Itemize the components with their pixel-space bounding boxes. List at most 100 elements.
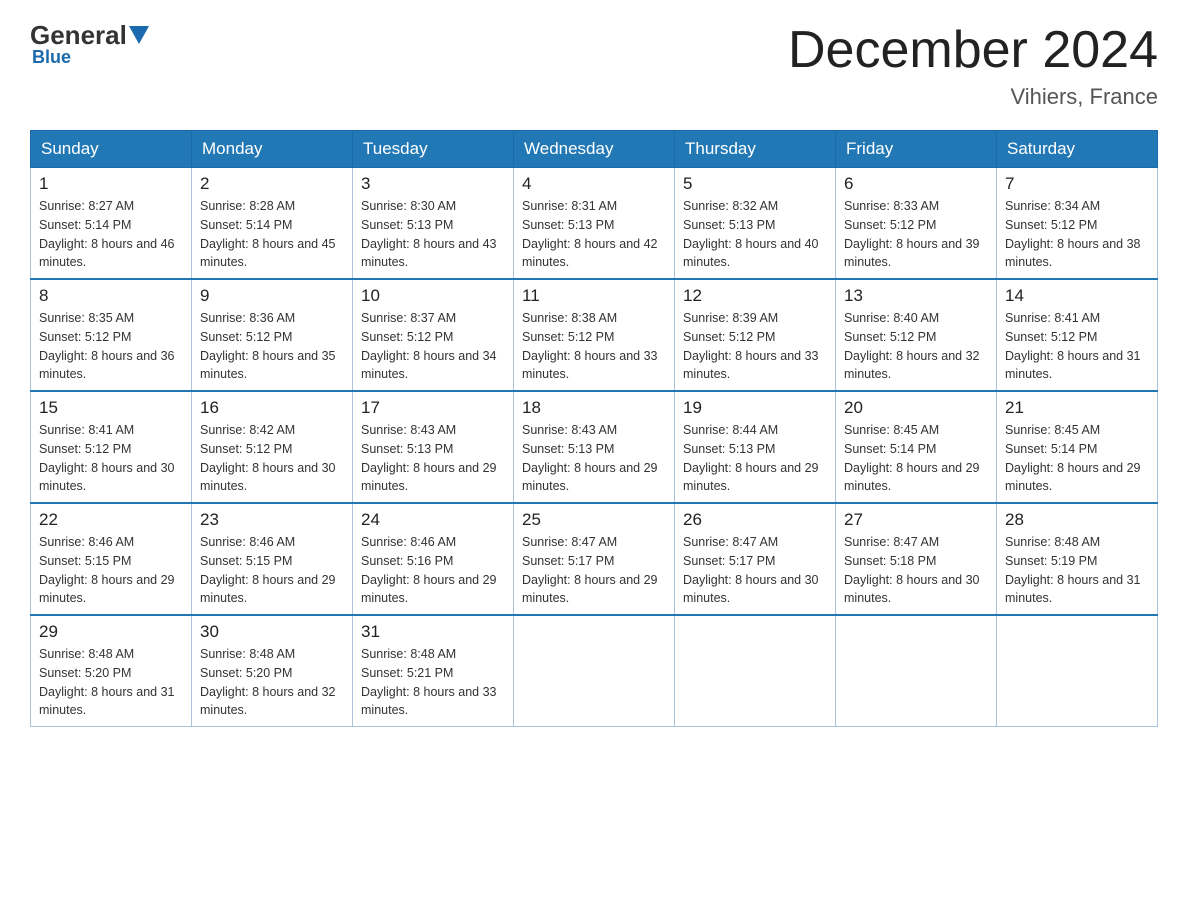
calendar-cell: 10 Sunrise: 8:37 AMSunset: 5:12 PMDayligh… [353,279,514,391]
day-info: Sunrise: 8:48 AMSunset: 5:21 PMDaylight:… [361,645,505,720]
calendar-week-row: 8 Sunrise: 8:35 AMSunset: 5:12 PMDaylight… [31,279,1158,391]
calendar-cell: 19 Sunrise: 8:44 AMSunset: 5:13 PMDayligh… [675,391,836,503]
calendar-cell: 28 Sunrise: 8:48 AMSunset: 5:19 PMDayligh… [997,503,1158,615]
day-number: 16 [200,398,344,418]
day-number: 13 [844,286,988,306]
logo-blue: Blue [32,47,71,68]
logo-triangle-icon [129,26,149,44]
calendar-cell: 22 Sunrise: 8:46 AMSunset: 5:15 PMDayligh… [31,503,192,615]
day-number: 30 [200,622,344,642]
calendar-header-tuesday: Tuesday [353,131,514,168]
calendar-cell: 23 Sunrise: 8:46 AMSunset: 5:15 PMDayligh… [192,503,353,615]
calendar-cell: 4 Sunrise: 8:31 AMSunset: 5:13 PMDaylight… [514,168,675,280]
calendar-cell: 30Sunrise: 8:48 AMSunset: 5:20 PMDayligh… [192,615,353,727]
calendar-week-row: 29 Sunrise: 8:48 AMSunset: 5:20 PMDayligh… [31,615,1158,727]
calendar-week-row: 22 Sunrise: 8:46 AMSunset: 5:15 PMDayligh… [31,503,1158,615]
calendar-header-wednesday: Wednesday [514,131,675,168]
day-number: 21 [1005,398,1149,418]
calendar-week-row: 1Sunrise: 8:27 AMSunset: 5:14 PMDaylight… [31,168,1158,280]
calendar-week-row: 15 Sunrise: 8:41 AMSunset: 5:12 PMDayligh… [31,391,1158,503]
day-number: 26 [683,510,827,530]
calendar-cell [836,615,997,727]
day-info: Sunrise: 8:46 AMSunset: 5:15 PMDaylight:… [200,533,344,608]
day-info: Sunrise: 8:46 AMSunset: 5:15 PMDaylight:… [39,533,183,608]
day-info: Sunrise: 8:41 AMSunset: 5:12 PMDaylight:… [1005,309,1149,384]
calendar-cell: 31 Sunrise: 8:48 AMSunset: 5:21 PMDayligh… [353,615,514,727]
day-number: 20 [844,398,988,418]
day-info: Sunrise: 8:48 AMSunset: 5:20 PMDaylight:… [39,645,183,720]
day-info: Sunrise: 8:40 AMSunset: 5:12 PMDaylight:… [844,309,988,384]
day-number: 18 [522,398,666,418]
day-number: 19 [683,398,827,418]
calendar-cell: 6Sunrise: 8:33 AMSunset: 5:12 PMDaylight… [836,168,997,280]
calendar-header-saturday: Saturday [997,131,1158,168]
day-info: Sunrise: 8:42 AMSunset: 5:12 PMDaylight:… [200,421,344,496]
day-info: Sunrise: 8:43 AMSunset: 5:13 PMDaylight:… [522,421,666,496]
calendar-cell: 11 Sunrise: 8:38 AMSunset: 5:12 PMDayligh… [514,279,675,391]
calendar-cell: 27Sunrise: 8:47 AMSunset: 5:18 PMDayligh… [836,503,997,615]
day-number: 9 [200,286,344,306]
calendar-cell: 2Sunrise: 8:28 AMSunset: 5:14 PMDaylight… [192,168,353,280]
day-number: 22 [39,510,183,530]
day-number: 25 [522,510,666,530]
calendar-cell: 25 Sunrise: 8:47 AMSunset: 5:17 PMDayligh… [514,503,675,615]
day-number: 1 [39,174,183,194]
day-info: Sunrise: 8:36 AMSunset: 5:12 PMDaylight:… [200,309,344,384]
day-number: 4 [522,174,666,194]
day-info: Sunrise: 8:47 AMSunset: 5:17 PMDaylight:… [522,533,666,608]
calendar-cell: 21 Sunrise: 8:45 AMSunset: 5:14 PMDayligh… [997,391,1158,503]
day-number: 7 [1005,174,1149,194]
day-number: 27 [844,510,988,530]
day-number: 8 [39,286,183,306]
calendar-cell: 5Sunrise: 8:32 AMSunset: 5:13 PMDaylight… [675,168,836,280]
calendar-cell: 3Sunrise: 8:30 AMSunset: 5:13 PMDaylight… [353,168,514,280]
calendar-cell: 9 Sunrise: 8:36 AMSunset: 5:12 PMDaylight… [192,279,353,391]
day-info: Sunrise: 8:39 AMSunset: 5:12 PMDaylight:… [683,309,827,384]
calendar-cell: 24Sunrise: 8:46 AMSunset: 5:16 PMDayligh… [353,503,514,615]
day-info: Sunrise: 8:34 AMSunset: 5:12 PMDaylight:… [1005,197,1149,272]
day-info: Sunrise: 8:35 AMSunset: 5:12 PMDaylight:… [39,309,183,384]
day-info: Sunrise: 8:32 AMSunset: 5:13 PMDaylight:… [683,197,827,272]
calendar-cell: 8 Sunrise: 8:35 AMSunset: 5:12 PMDaylight… [31,279,192,391]
day-info: Sunrise: 8:38 AMSunset: 5:12 PMDaylight:… [522,309,666,384]
day-info: Sunrise: 8:37 AMSunset: 5:12 PMDaylight:… [361,309,505,384]
calendar-cell: 29 Sunrise: 8:48 AMSunset: 5:20 PMDayligh… [31,615,192,727]
day-info: Sunrise: 8:28 AMSunset: 5:14 PMDaylight:… [200,197,344,272]
calendar-cell: 13 Sunrise: 8:40 AMSunset: 5:12 PMDayligh… [836,279,997,391]
day-info: Sunrise: 8:31 AMSunset: 5:13 PMDaylight:… [522,197,666,272]
calendar-cell: 18 Sunrise: 8:43 AMSunset: 5:13 PMDayligh… [514,391,675,503]
day-number: 14 [1005,286,1149,306]
calendar-table: SundayMondayTuesdayWednesdayThursdayFrid… [30,130,1158,727]
day-info: Sunrise: 8:44 AMSunset: 5:13 PMDaylight:… [683,421,827,496]
calendar-header-thursday: Thursday [675,131,836,168]
calendar-header-friday: Friday [836,131,997,168]
calendar-header-monday: Monday [192,131,353,168]
calendar-cell: 14 Sunrise: 8:41 AMSunset: 5:12 PMDayligh… [997,279,1158,391]
day-info: Sunrise: 8:47 AMSunset: 5:17 PMDaylight:… [683,533,827,608]
day-number: 28 [1005,510,1149,530]
day-number: 17 [361,398,505,418]
day-info: Sunrise: 8:30 AMSunset: 5:13 PMDaylight:… [361,197,505,272]
day-number: 11 [522,286,666,306]
calendar-cell: 17 Sunrise: 8:43 AMSunset: 5:13 PMDayligh… [353,391,514,503]
calendar-cell: 26 Sunrise: 8:47 AMSunset: 5:17 PMDayligh… [675,503,836,615]
calendar-cell: 1Sunrise: 8:27 AMSunset: 5:14 PMDaylight… [31,168,192,280]
day-info: Sunrise: 8:33 AMSunset: 5:12 PMDaylight:… [844,197,988,272]
calendar-cell: 7 Sunrise: 8:34 AMSunset: 5:12 PMDaylight… [997,168,1158,280]
day-number: 12 [683,286,827,306]
calendar-cell: 20Sunrise: 8:45 AMSunset: 5:14 PMDayligh… [836,391,997,503]
day-number: 23 [200,510,344,530]
day-number: 15 [39,398,183,418]
day-info: Sunrise: 8:48 AMSunset: 5:19 PMDaylight:… [1005,533,1149,608]
day-number: 31 [361,622,505,642]
calendar-cell [514,615,675,727]
day-number: 10 [361,286,505,306]
day-info: Sunrise: 8:43 AMSunset: 5:13 PMDaylight:… [361,421,505,496]
day-info: Sunrise: 8:46 AMSunset: 5:16 PMDaylight:… [361,533,505,608]
day-info: Sunrise: 8:41 AMSunset: 5:12 PMDaylight:… [39,421,183,496]
day-info: Sunrise: 8:45 AMSunset: 5:14 PMDaylight:… [1005,421,1149,496]
day-number: 29 [39,622,183,642]
title-area: December 2024 Vihiers, France [788,20,1158,110]
calendar-cell: 12 Sunrise: 8:39 AMSunset: 5:12 PMDayligh… [675,279,836,391]
logo: General Blue [30,20,149,68]
